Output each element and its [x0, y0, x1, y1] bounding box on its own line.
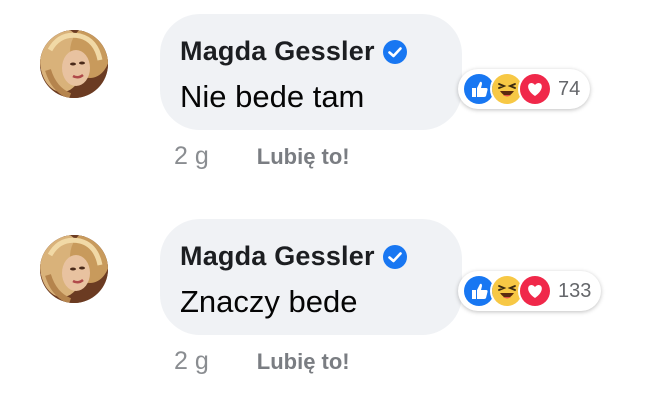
comment-bubble: Magda Gessler Znaczy bede — [160, 219, 462, 335]
like-button[interactable]: Lubię to! — [257, 144, 350, 170]
like-button[interactable]: Lubię to! — [257, 349, 350, 375]
reactions-summary[interactable]: 133 — [458, 271, 602, 311]
reaction-count: 133 — [558, 279, 592, 302]
avatar[interactable] — [40, 30, 108, 98]
reaction-count: 74 — [558, 77, 581, 100]
love-icon — [518, 72, 552, 106]
comment-meta: 2 g Lubię to! — [174, 347, 350, 376]
comment: Magda Gessler Znaczy bede 133 2 g Lubię … — [0, 205, 650, 400]
verified-badge-icon — [382, 244, 407, 269]
verified-badge-icon — [382, 39, 407, 64]
author-name[interactable]: Magda Gessler — [180, 241, 375, 272]
comment: Magda Gessler Nie bede tam 74 2 g Lubię … — [0, 0, 650, 195]
author-name[interactable]: Magda Gessler — [180, 36, 375, 67]
comment-bubble: Magda Gessler Nie bede tam — [160, 14, 462, 130]
comment-text: Znaczy bede — [180, 284, 358, 319]
timestamp[interactable]: 2 g — [174, 142, 209, 171]
author-row: Magda Gessler — [180, 241, 407, 272]
comment-meta: 2 g Lubię to! — [174, 142, 350, 171]
love-icon — [518, 274, 552, 308]
avatar[interactable] — [40, 235, 108, 303]
author-row: Magda Gessler — [180, 36, 407, 67]
reactions-summary[interactable]: 74 — [458, 69, 591, 109]
comment-text: Nie bede tam — [180, 79, 365, 114]
timestamp[interactable]: 2 g — [174, 347, 209, 376]
